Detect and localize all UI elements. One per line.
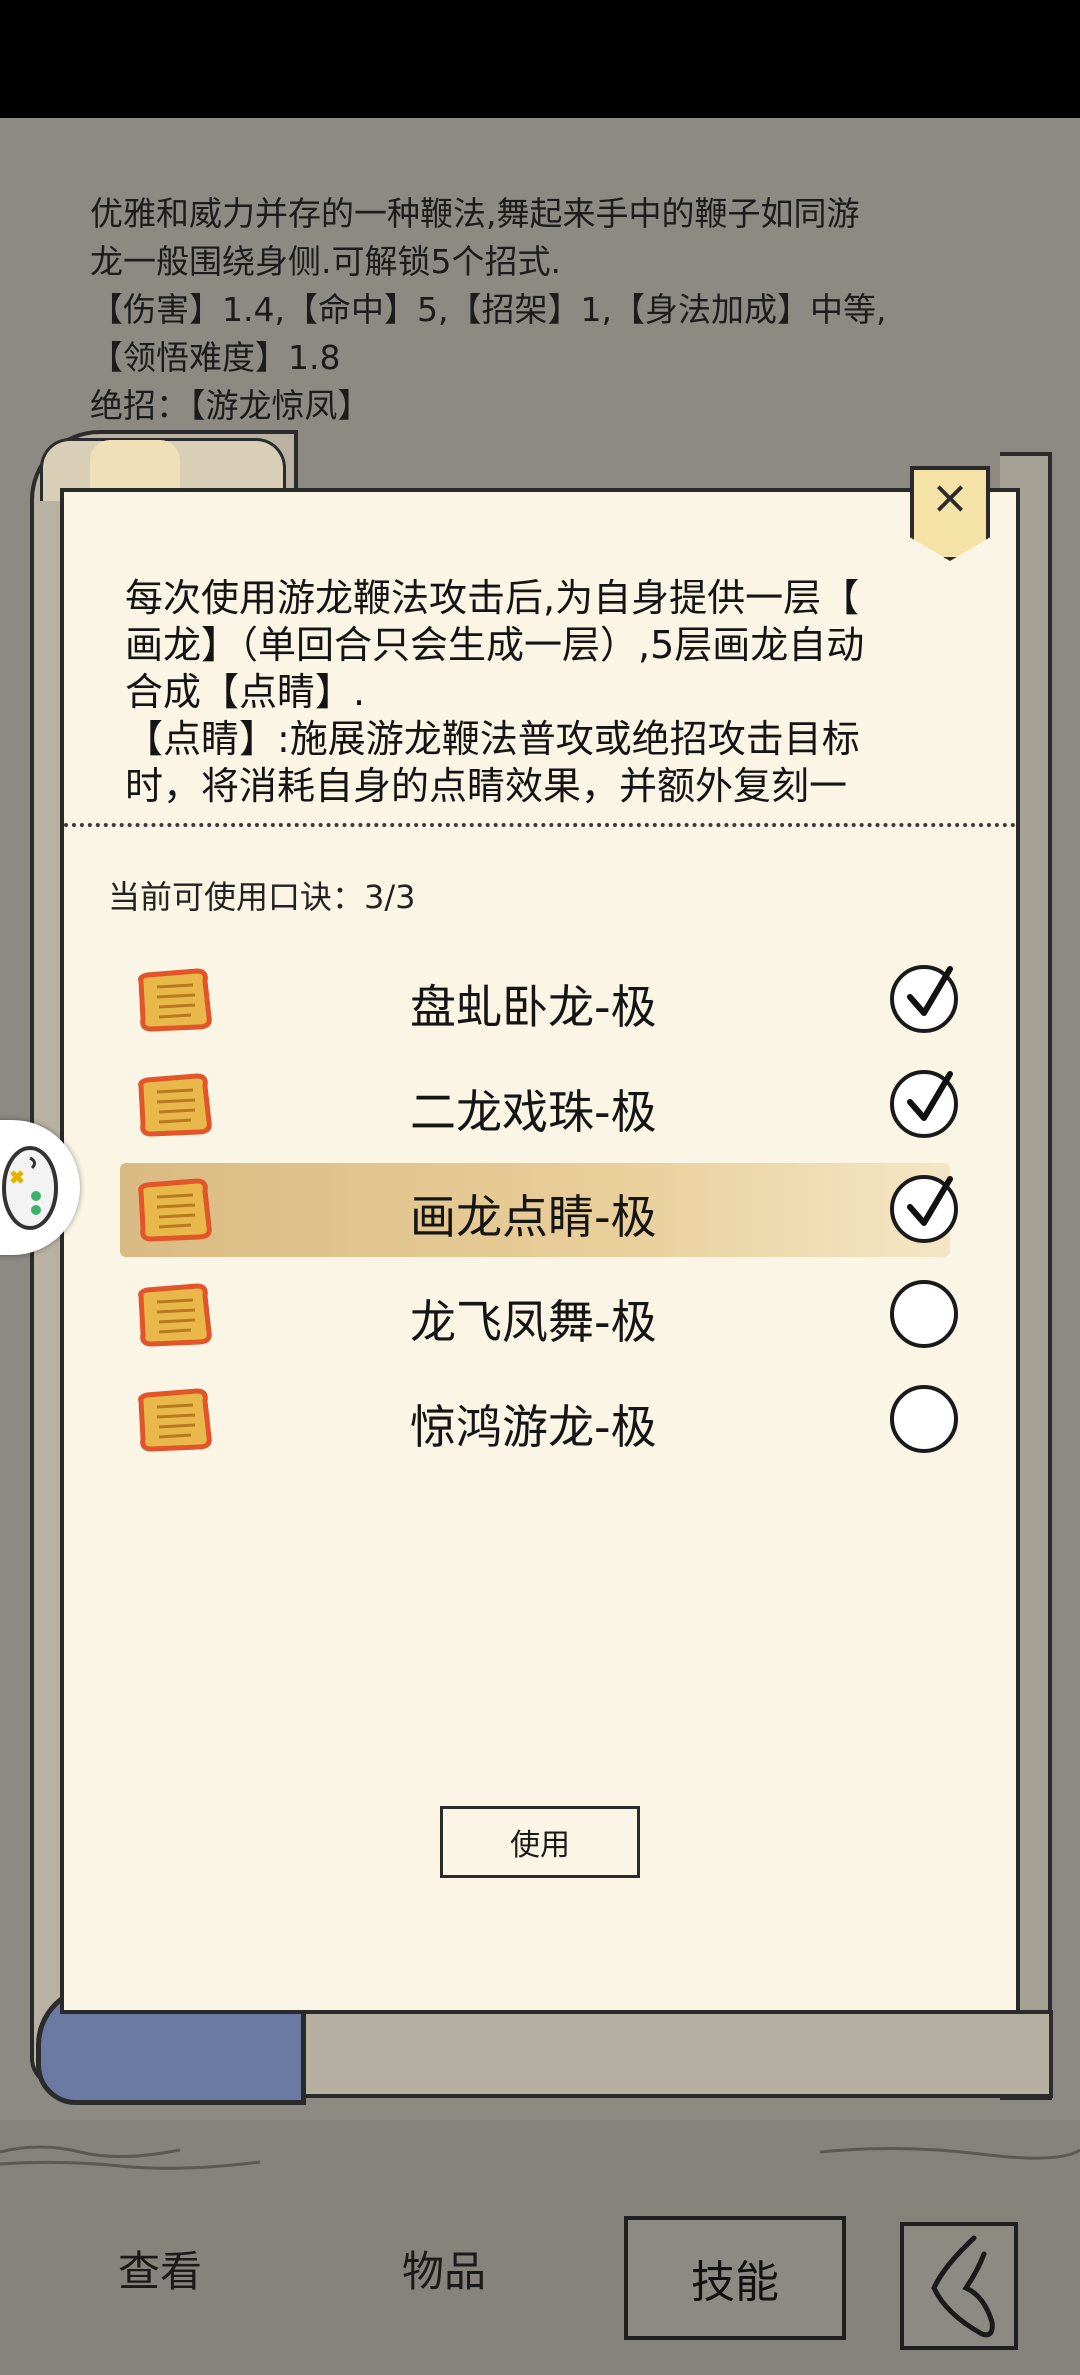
skill-background-description: 优雅和威力并存的一种鞭法,舞起来手中的鞭子如同游 龙一般围绕身侧.可解锁5个招式… — [90, 190, 990, 430]
checkbox-unchecked[interactable] — [890, 1280, 958, 1348]
desc-line: 时，将消耗自身的点睛效果，并额外复刻一 — [125, 764, 848, 807]
check-icon — [907, 1071, 953, 1121]
skill-name: 二龙戏珠-极 — [410, 1085, 657, 1139]
desc-line: 【点睛】:施展游龙鞭法普攻或绝招攻击目标 — [125, 717, 860, 761]
tab-items[interactable]: 物品 — [402, 2238, 486, 2299]
checkbox-checked[interactable] — [890, 965, 958, 1033]
close-icon: × — [930, 470, 970, 524]
scroll-icon — [138, 1388, 212, 1452]
check-icon — [907, 966, 953, 1016]
status-bar — [0, 0, 1080, 118]
ground-line — [0, 2145, 1080, 2170]
skill-name: 盘虬卧龙-极 — [410, 980, 657, 1034]
desc-line: 每次使用游龙鞭法攻击后,为自身提供一层【 — [125, 576, 860, 620]
desc-line: 画龙】（单回合只会生成一层）,5层画龙自动 — [125, 623, 865, 667]
bg-desc-line: 【领悟难度】1.8 — [90, 338, 341, 377]
scroll-bottom-strip — [255, 2010, 1053, 2098]
skill-row[interactable]: 盘虬卧龙-极 — [125, 955, 965, 1045]
use-button[interactable]: 使用 — [440, 1806, 640, 1878]
skill-name: 惊鸿游龙-极 — [410, 1400, 657, 1454]
scroll-icon — [138, 1283, 212, 1347]
skill-row-selected[interactable]: 画龙点睛-极 — [120, 1163, 965, 1257]
tab-view[interactable]: 查看 — [118, 2238, 202, 2299]
scroll-icon — [138, 968, 212, 1032]
skill-row[interactable]: 龙飞凤舞-极 — [125, 1270, 965, 1360]
checkbox-unchecked[interactable] — [890, 1385, 958, 1453]
checkbox-checked[interactable] — [890, 1175, 958, 1243]
tab-skills[interactable]: 技能 — [624, 2216, 846, 2340]
skill-name: 画龙点睛-极 — [410, 1190, 657, 1244]
bg-desc-line: 优雅和威力并存的一种鞭法,舞起来手中的鞭子如同游 — [90, 194, 860, 233]
back-button[interactable] — [900, 2222, 1018, 2350]
gamepad-icon — [2, 1146, 58, 1230]
check-icon — [907, 1176, 953, 1226]
scroll-icon — [138, 1073, 212, 1137]
back-arrow-icon — [931, 2235, 995, 2338]
skill-row[interactable]: 二龙戏珠-极 — [125, 1060, 965, 1150]
skill-row[interactable]: 惊鸿游龙-极 — [125, 1375, 965, 1465]
formula-counter: 当前可使用口诀：3/3 — [108, 878, 416, 916]
bg-desc-line: 【伤害】1.4,【命中】5,【招架】1,【身法加成】中等, — [90, 290, 887, 329]
checkbox-checked[interactable] — [890, 1070, 958, 1138]
bg-desc-line: 绝招：【游龙惊凤】 — [90, 386, 371, 425]
scroll-icon — [138, 1178, 212, 1242]
divider — [64, 823, 1016, 827]
skill-effect-description: 每次使用游龙鞭法攻击后,为自身提供一层【 画龙】（单回合只会生成一层）,5层画龙… — [125, 575, 965, 807]
desc-line: 合成【点睛】. — [125, 670, 366, 714]
bg-desc-line: 龙一般围绕身侧.可解锁5个招式. — [90, 242, 561, 281]
skill-name: 龙飞凤舞-极 — [410, 1295, 657, 1349]
